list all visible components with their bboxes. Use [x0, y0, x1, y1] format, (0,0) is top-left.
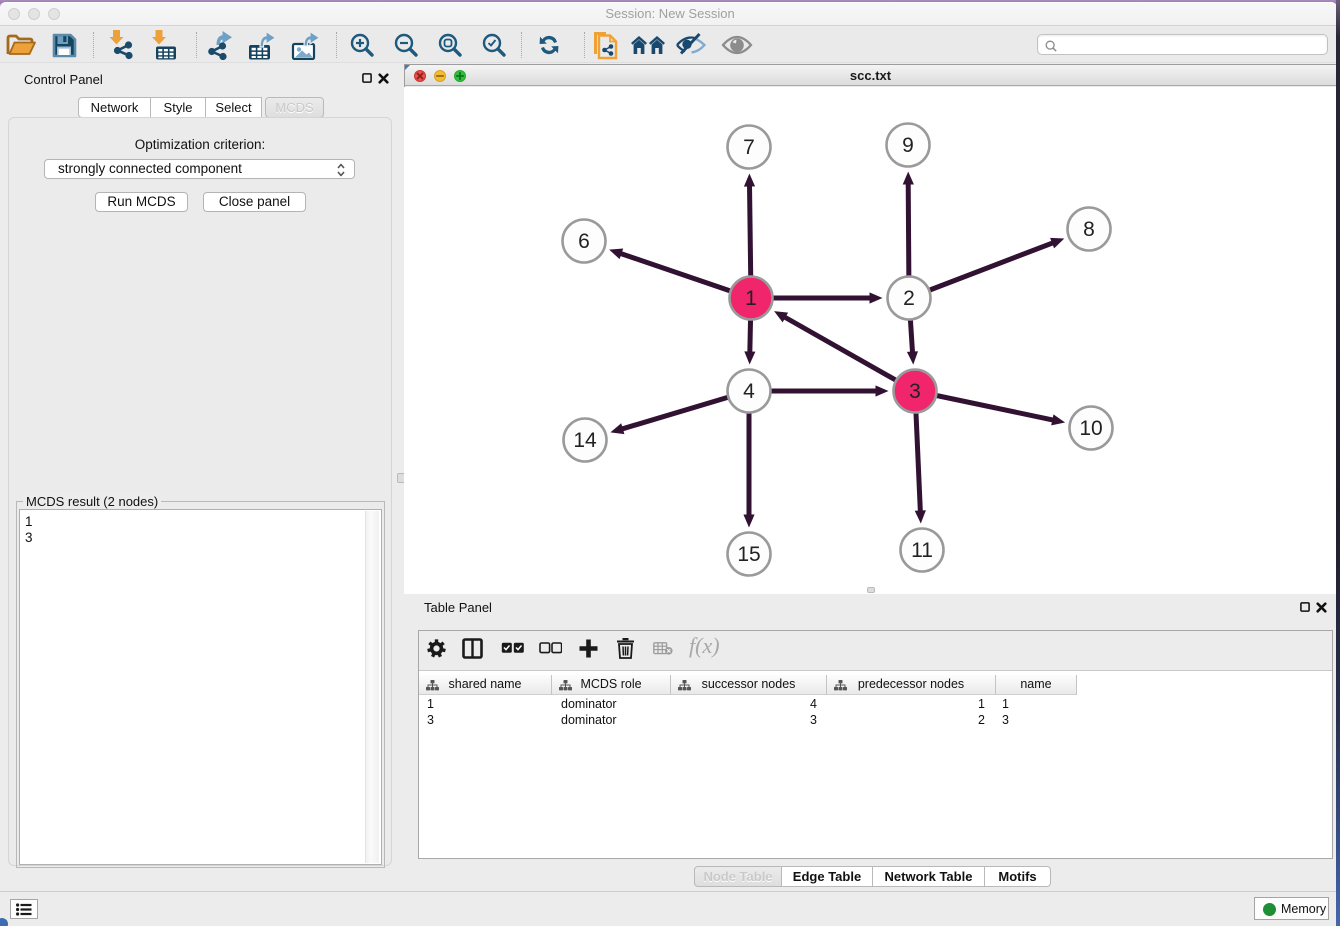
svg-text:8: 8	[1083, 218, 1095, 241]
svg-text:15: 15	[737, 543, 760, 566]
svg-text:2: 2	[903, 287, 915, 310]
svg-text:11: 11	[911, 539, 933, 562]
svg-text:9: 9	[902, 134, 914, 157]
svg-text:7: 7	[743, 136, 755, 159]
svg-text:4: 4	[743, 380, 755, 403]
svg-text:3: 3	[909, 380, 921, 403]
svg-text:1: 1	[745, 287, 757, 310]
svg-text:10: 10	[1079, 417, 1102, 440]
svg-text:6: 6	[578, 230, 590, 253]
svg-text:14: 14	[573, 429, 597, 452]
